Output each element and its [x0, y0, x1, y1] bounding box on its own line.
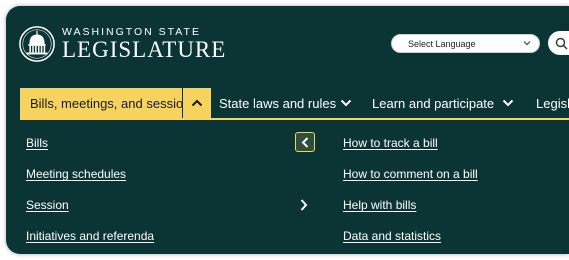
nav-item-label: Legisla	[536, 95, 569, 111]
nav-item-bills-meetings-session[interactable]: Bills, meetings, and session	[20, 88, 190, 118]
submenu-link-comment-bill[interactable]: How to comment on a bill	[343, 167, 478, 181]
nav-item-learn-participate[interactable]: Learn and participate	[372, 88, 494, 118]
submenu-link-track-bill[interactable]: How to track a bill	[343, 136, 438, 150]
chevron-down-icon	[523, 39, 531, 48]
site-header: WASHINGTON STATE LEGISLATURE Select Lang…	[6, 6, 569, 254]
nav-item-label: State laws and rules	[219, 95, 337, 111]
search-icon	[555, 37, 568, 49]
capitol-seal-icon	[19, 26, 55, 62]
submenu-link-initiatives-referenda[interactable]: Initiatives and referenda	[26, 229, 154, 243]
chevron-down-icon	[340, 99, 352, 107]
nav-toggle-bills[interactable]	[183, 88, 211, 118]
chevron-left-icon	[301, 136, 309, 148]
session-expand-button[interactable]	[300, 198, 308, 216]
submenu-collapse-button[interactable]	[295, 132, 315, 152]
chevron-up-icon	[191, 99, 203, 107]
submenu-link-bills[interactable]: Bills	[26, 136, 48, 150]
nav-toggle-state-laws[interactable]	[340, 88, 352, 118]
submenu-link-meeting-schedules[interactable]: Meeting schedules	[26, 167, 126, 181]
submenu-link-session[interactable]: Session	[26, 198, 69, 212]
site-logo[interactable]: WASHINGTON STATE LEGISLATURE	[18, 22, 226, 66]
chevron-right-icon	[300, 199, 308, 211]
main-nav: Bills, meetings, and session State laws …	[6, 88, 569, 118]
logo-text-state: WASHINGTON STATE	[62, 25, 201, 38]
nav-item-state-laws[interactable]: State laws and rules	[219, 88, 336, 118]
nav-item-label: Bills, meetings, and session	[30, 95, 191, 111]
submenu-link-help-bills[interactable]: Help with bills	[343, 198, 416, 212]
chevron-down-icon	[502, 99, 514, 107]
submenu-link-data-statistics[interactable]: Data and statistics	[343, 229, 441, 243]
logo-text-legislature: LEGISLATURE	[62, 36, 227, 62]
nav-item-label: Learn and participate	[372, 95, 495, 111]
nav-underline	[20, 118, 569, 120]
language-select-value: Select Language	[408, 38, 476, 49]
nav-item-legislature[interactable]: Legisla	[536, 88, 569, 118]
language-select[interactable]: Select Language	[391, 34, 540, 53]
search-button[interactable]	[548, 31, 569, 55]
nav-toggle-learn-participate[interactable]	[502, 88, 514, 118]
